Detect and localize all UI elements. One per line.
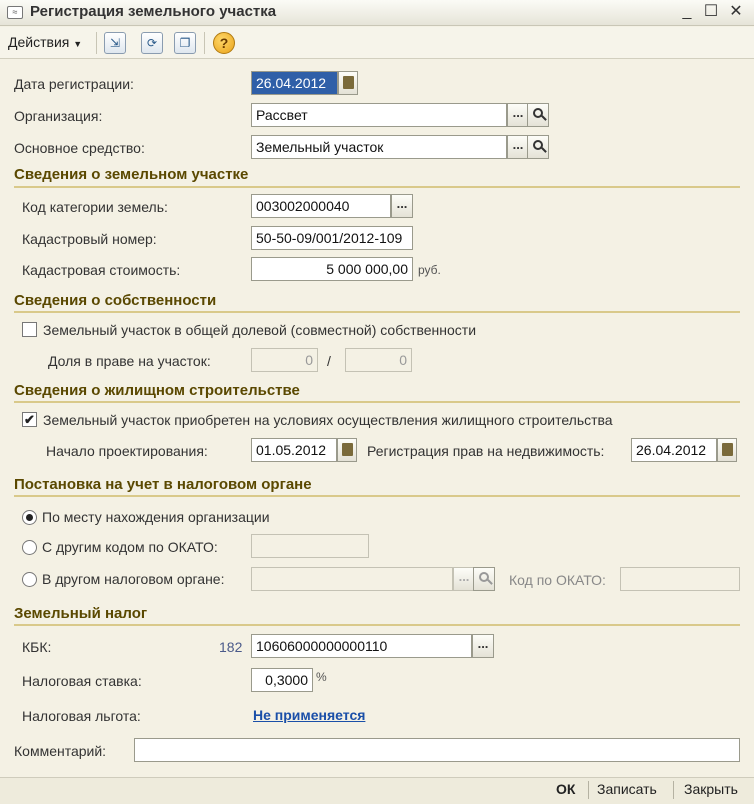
section-divider xyxy=(14,495,740,497)
asset-select-button[interactable]: ... xyxy=(507,135,529,159)
radio-other-okato-label: С другим кодом по ОКАТО: xyxy=(42,539,218,555)
ok-button[interactable]: ОК xyxy=(556,781,575,797)
radio-other-authority-label: В другом налоговом органе: xyxy=(42,571,225,587)
tax-reg-section-title: Постановка на учет в налоговом органе xyxy=(14,476,312,493)
okato-code-field[interactable] xyxy=(620,567,740,591)
rate-label: Налоговая ставка: xyxy=(22,673,142,689)
housing-section-title: Сведения о жилищном строительстве xyxy=(14,382,300,399)
org-search-button[interactable] xyxy=(527,103,549,127)
asset-search-button[interactable] xyxy=(527,135,549,159)
section-divider xyxy=(14,624,740,626)
share-separator: / xyxy=(327,353,331,369)
ownership-section-title: Сведения о собственности xyxy=(14,292,217,309)
radio-org-location[interactable] xyxy=(22,510,37,525)
land-tax-section-title: Земельный налог xyxy=(14,605,148,622)
rate-field[interactable]: 0,3000 xyxy=(251,668,313,692)
comment-field[interactable] xyxy=(134,738,740,762)
search-icon xyxy=(533,108,543,118)
share-numerator-field[interactable]: 0 xyxy=(251,348,318,372)
category-label: Код категории земель: xyxy=(22,199,168,215)
asset-label: Основное средство: xyxy=(14,140,145,156)
kbk-prefix: 182 xyxy=(219,639,243,655)
close-button[interactable]: Закрыть xyxy=(684,781,738,797)
housing-acquired-checkbox[interactable]: ✔ xyxy=(22,412,37,427)
rate-unit: % xyxy=(316,670,327,684)
calendar-icon xyxy=(341,443,353,456)
other-authority-select-button[interactable]: ... xyxy=(453,567,475,591)
cadastral-cost-field[interactable]: 5 000 000,00 xyxy=(251,257,413,281)
radio-org-location-label: По месту нахождения организации xyxy=(42,509,270,525)
org-label: Организация: xyxy=(14,108,103,124)
save-button[interactable]: Записать xyxy=(597,781,657,797)
footer-divider xyxy=(588,781,589,799)
section-divider xyxy=(14,311,740,313)
post-and-close-icon[interactable]: ⇲ xyxy=(104,32,126,54)
actions-menu-button[interactable]: Действия ▼ xyxy=(8,34,82,50)
calendar-icon xyxy=(342,76,354,89)
footer-divider xyxy=(673,781,674,799)
housing-acquired-label: Земельный участок приобретен на условиях… xyxy=(43,412,613,428)
toolbar-divider xyxy=(204,32,205,54)
other-authority-search-button[interactable] xyxy=(473,567,495,591)
other-authority-field[interactable] xyxy=(251,567,453,591)
share-denominator-field[interactable]: 0 xyxy=(345,348,412,372)
reg-date-calendar-button[interactable] xyxy=(338,71,358,95)
okato-code-label: Код по ОКАТО: xyxy=(509,572,606,588)
radio-other-okato[interactable] xyxy=(22,540,37,555)
help-icon[interactable]: ? xyxy=(213,32,235,54)
benefit-label: Налоговая льгота: xyxy=(22,708,141,724)
calendar-icon xyxy=(721,443,733,456)
other-okato-field[interactable] xyxy=(251,534,369,558)
share-label: Доля в праве на участок: xyxy=(48,353,211,369)
minimize-button[interactable]: _ xyxy=(676,2,698,22)
kbk-label: КБК: xyxy=(22,639,52,655)
actions-menu-label: Действия xyxy=(8,34,70,50)
reg-date-label: Дата регистрации: xyxy=(14,76,134,92)
cadastral-cost-label: Кадастровая стоимость: xyxy=(22,262,181,278)
currency-label: руб. xyxy=(418,263,441,277)
category-select-button[interactable]: ... xyxy=(391,194,413,218)
shared-ownership-label: Земельный участок в общей долевой (совме… xyxy=(43,322,477,338)
chevron-down-icon: ▼ xyxy=(73,39,83,49)
copy-icon[interactable]: ❐ xyxy=(174,32,196,54)
toolbar-divider xyxy=(96,32,97,54)
benefit-link[interactable]: Не применяется xyxy=(253,707,365,723)
close-window-button[interactable]: ✕ xyxy=(725,2,747,22)
rights-reg-field[interactable]: 26.04.2012 xyxy=(631,438,717,462)
search-icon xyxy=(479,572,489,582)
maximize-button[interactable]: ☐ xyxy=(700,2,722,22)
land-section-title: Сведения о земельном участке xyxy=(14,166,249,183)
design-start-calendar-button[interactable] xyxy=(337,438,357,462)
org-field[interactable]: Рассвет xyxy=(251,103,507,127)
reg-date-field[interactable]: 26.04.2012 xyxy=(251,71,338,95)
comment-label: Комментарий: xyxy=(14,743,107,759)
org-select-button[interactable]: ... xyxy=(507,103,529,127)
radio-other-authority[interactable] xyxy=(22,572,37,587)
window-icon: ≈ xyxy=(7,6,23,19)
asset-field[interactable]: Земельный участок xyxy=(251,135,507,159)
section-divider xyxy=(14,401,740,403)
cadastral-no-field[interactable]: 50-50-09/001/2012-109 xyxy=(251,226,413,250)
refresh-icon[interactable]: ⟳ xyxy=(141,32,163,54)
window-title: Регистрация земельного участка xyxy=(30,3,277,20)
section-divider xyxy=(14,186,740,188)
rights-reg-label: Регистрация прав на недвижимость: xyxy=(367,443,605,459)
design-start-field[interactable]: 01.05.2012 xyxy=(251,438,337,462)
rights-reg-calendar-button[interactable] xyxy=(717,438,737,462)
category-field[interactable]: 003002000040 xyxy=(251,194,391,218)
search-icon xyxy=(533,140,543,150)
kbk-field[interactable]: 10606000000000110 xyxy=(251,634,472,658)
cadastral-no-label: Кадастровый номер: xyxy=(22,231,157,247)
kbk-select-button[interactable]: ... xyxy=(472,634,494,658)
design-start-label: Начало проектирования: xyxy=(46,443,208,459)
shared-ownership-checkbox[interactable] xyxy=(22,322,37,337)
